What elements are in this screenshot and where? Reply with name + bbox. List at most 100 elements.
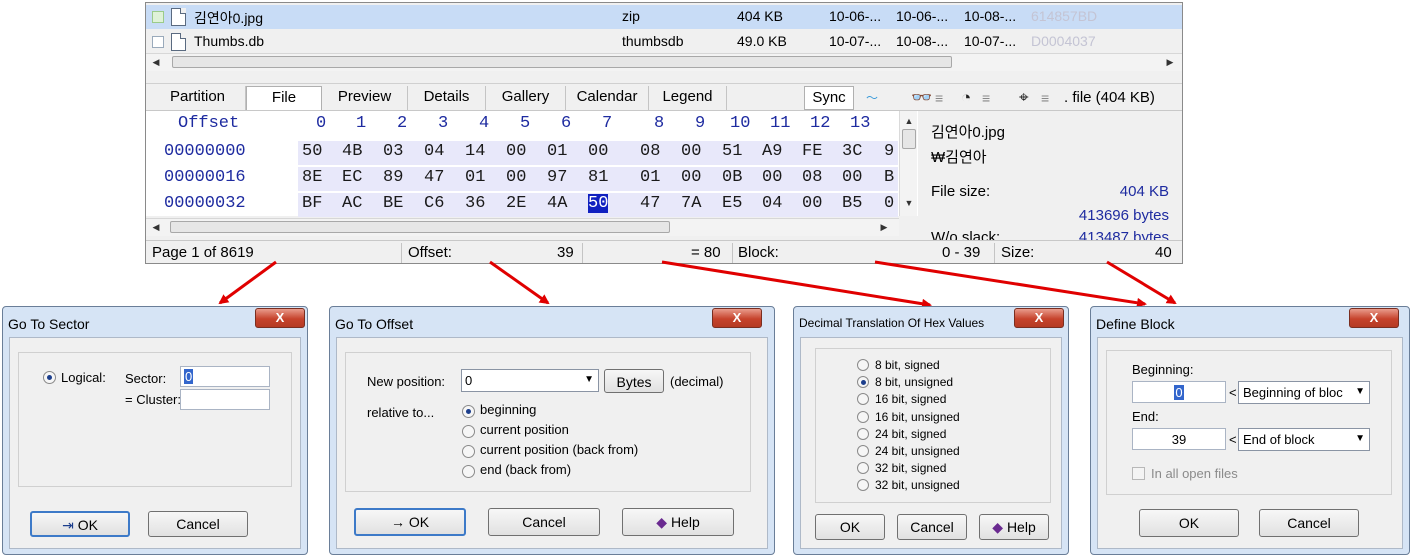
hex-byte[interactable]: 3C	[842, 142, 862, 161]
hex-byte[interactable]: 00	[506, 168, 526, 187]
position-input[interactable]: 0 ▼	[461, 369, 599, 392]
bit-radio[interactable]	[857, 359, 869, 371]
crosshair-icon[interactable]: ⌖	[1019, 87, 1029, 109]
hex-byte[interactable]: B5	[842, 194, 862, 213]
bit-radio[interactable]	[857, 410, 869, 423]
tab-calendar[interactable]: Calendar	[566, 86, 649, 110]
hex-byte[interactable]: 97	[547, 168, 567, 187]
hex-byte[interactable]: 00	[681, 168, 701, 187]
sync-button[interactable]: Sync	[804, 86, 854, 110]
cancel-button[interactable]: Cancel	[1259, 509, 1359, 537]
status-offset-label[interactable]: Offset:	[408, 244, 452, 261]
hex-byte[interactable]: 04	[424, 142, 444, 161]
list-icon-3[interactable]: ≡	[1041, 87, 1049, 109]
hex-byte[interactable]: 01	[465, 168, 485, 187]
status-hex-value[interactable]: = 80	[691, 244, 721, 261]
sector-input[interactable]: 0	[180, 366, 270, 387]
tab-legend[interactable]: Legend	[649, 86, 727, 110]
row-offset[interactable]: 00000032	[164, 194, 246, 213]
ok-button[interactable]: ⇥ OK	[30, 511, 130, 537]
chevron-down-icon[interactable]: ▼	[584, 374, 594, 385]
hex-byte[interactable]: C6	[424, 194, 444, 213]
scroll-left-arrow-icon[interactable]: ◀	[148, 54, 164, 70]
cluster-input[interactable]	[180, 389, 270, 410]
list-icon[interactable]: ≡	[935, 87, 943, 109]
bit-radio[interactable]	[857, 427, 869, 440]
status-size-value[interactable]: 40	[1155, 244, 1172, 261]
tab-preview[interactable]: Preview	[322, 86, 408, 110]
hex-byte[interactable]: 47	[424, 168, 444, 187]
file-list-hscrollbar[interactable]: ◀ ▶	[146, 53, 1182, 71]
bit-radio[interactable]	[857, 445, 869, 457]
status-block-range[interactable]: 0 - 39	[942, 244, 980, 261]
hex-byte[interactable]: AC	[342, 194, 362, 213]
hex-vscrollbar[interactable]: ▲ ▼	[899, 111, 917, 216]
hex-byte[interactable]: 00	[842, 168, 862, 187]
chevron-down-icon[interactable]: ▼	[1355, 386, 1365, 397]
scroll-up-arrow-icon[interactable]: ▲	[901, 113, 917, 129]
bytes-button[interactable]: Bytes	[604, 369, 664, 393]
all-files-checkbox[interactable]	[1132, 467, 1145, 480]
cancel-button[interactable]: Cancel	[148, 511, 248, 537]
chevron-down-icon[interactable]: ▼	[1355, 433, 1365, 444]
help-button[interactable]: ◆ Help	[979, 514, 1049, 540]
scroll-thumb[interactable]	[172, 56, 952, 68]
hex-byte[interactable]: 8E	[302, 168, 322, 187]
hex-byte[interactable]: 7A	[681, 194, 701, 213]
hex-scroll-right-icon[interactable]: ▶	[876, 219, 892, 235]
status-block-label[interactable]: Block:	[738, 244, 779, 261]
hex-scroll-left-icon[interactable]: ◀	[148, 219, 164, 235]
hex-byte[interactable]: A9	[762, 142, 782, 161]
hex-byte[interactable]: 50	[302, 142, 322, 161]
binoculars-icon[interactable]: 👓	[911, 87, 932, 109]
status-size-label[interactable]: Size:	[1001, 244, 1034, 261]
ok-button[interactable]: OK	[1139, 509, 1239, 537]
hex-byte[interactable]: BF	[302, 194, 322, 213]
hex-byte[interactable]: 08	[802, 168, 822, 187]
hex-byte[interactable]: 00	[588, 142, 608, 161]
hex-byte[interactable]: 01	[547, 142, 567, 161]
status-offset-value[interactable]: 39	[557, 244, 574, 261]
relative-radio[interactable]	[462, 465, 475, 478]
close-button[interactable]: X	[1349, 308, 1399, 328]
close-button[interactable]: X	[1014, 308, 1064, 328]
close-button[interactable]: X	[255, 308, 305, 328]
hex-byte[interactable]: 36	[465, 194, 485, 213]
hex-byte[interactable]: 01	[640, 168, 660, 187]
hex-byte[interactable]: 04	[762, 194, 782, 213]
row-offset[interactable]: 00000016	[164, 168, 246, 187]
hex-byte[interactable]: EC	[342, 168, 362, 187]
vscroll-thumb[interactable]	[902, 129, 916, 149]
help-button[interactable]: ◆ Help	[622, 508, 734, 536]
hex-byte[interactable]: 81	[588, 168, 608, 187]
clock-icon[interactable]: ◔	[961, 87, 971, 109]
tab-partition[interactable]: Partition	[150, 86, 246, 110]
file-row[interactable]: Thumbs.db thumbsdb 49.0 KB 10-07-... 10-08-.…	[146, 30, 1182, 54]
hex-byte[interactable]: 03	[383, 142, 403, 161]
end-input[interactable]: 39	[1132, 428, 1226, 450]
hex-byte[interactable]: 9	[884, 142, 894, 161]
tab-gallery[interactable]: Gallery	[486, 86, 566, 110]
hex-byte[interactable]: FE	[802, 142, 822, 161]
hex-byte[interactable]: 47	[640, 194, 660, 213]
hex-byte[interactable]: 0	[884, 194, 894, 213]
row-offset[interactable]: 00000000	[164, 142, 246, 161]
relative-radio[interactable]	[462, 445, 475, 458]
ok-button[interactable]: → OK	[354, 508, 466, 536]
scroll-right-arrow-icon[interactable]: ▶	[1162, 54, 1178, 70]
hex-byte[interactable]: 0B	[722, 168, 742, 187]
hex-byte[interactable]: 14	[465, 142, 485, 161]
hex-byte[interactable]: 51	[722, 142, 742, 161]
beginning-input[interactable]: 0	[1132, 381, 1226, 403]
cancel-button[interactable]: Cancel	[897, 514, 967, 540]
cancel-button[interactable]: Cancel	[488, 508, 600, 536]
file-checkbox[interactable]	[152, 36, 164, 48]
ok-button[interactable]: OK	[815, 514, 885, 540]
hex-hscroll-thumb[interactable]	[170, 221, 670, 233]
tab-details[interactable]: Details	[408, 86, 486, 110]
list-icon-2[interactable]: ≡	[982, 87, 990, 109]
logical-radio[interactable]	[43, 371, 56, 384]
hex-byte[interactable]: 00	[681, 142, 701, 161]
hex-byte[interactable]: 00	[802, 194, 822, 213]
hex-hscrollbar[interactable]: ◀ ▶	[146, 218, 899, 236]
